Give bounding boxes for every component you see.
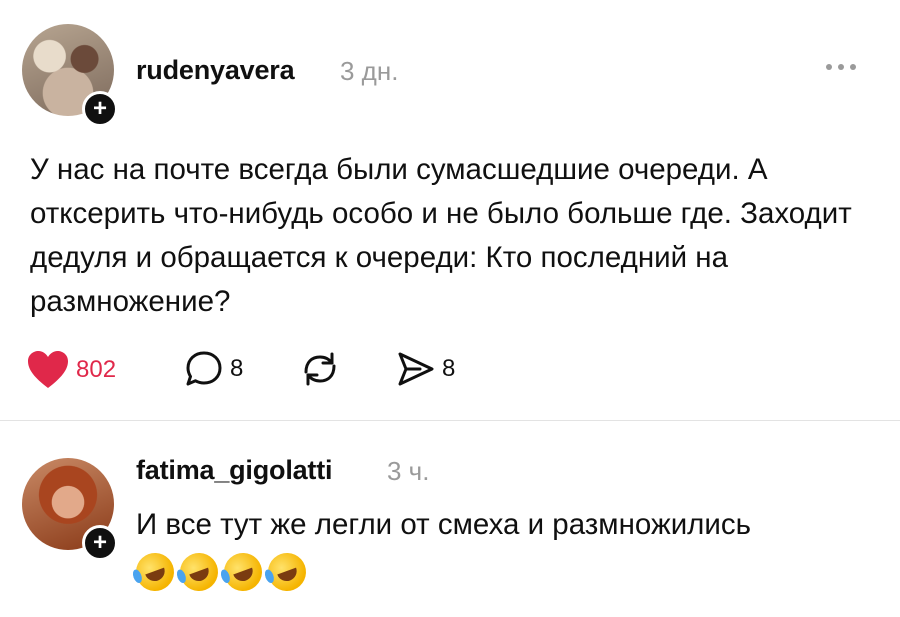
heart-icon (28, 351, 68, 388)
follow-plus-icon[interactable]: + (82, 525, 118, 561)
comment-count: 8 (230, 355, 244, 382)
post-text: У нас на почте всегда были сумасшедшие о… (30, 153, 852, 318)
divider (0, 420, 900, 421)
like-button[interactable]: 802 (26, 350, 116, 390)
rolling-on-floor-laughing-emoji-icon (174, 547, 224, 597)
rolling-on-floor-laughing-emoji-icon (218, 547, 268, 597)
more-options-icon[interactable] (826, 64, 856, 70)
post-username[interactable]: rudenyavera (136, 55, 295, 86)
repost-icon (304, 352, 336, 386)
reply-timestamp: 3 ч. (387, 456, 430, 486)
reply-text: И все тут же легли от смеха и размножили… (136, 508, 751, 541)
post-timestamp: 3 дн. (340, 56, 399, 86)
follow-plus-icon[interactable]: + (82, 91, 118, 127)
share-count: 8 (442, 355, 456, 382)
emoji-row (130, 547, 312, 597)
comment-button[interactable]: 8 (184, 350, 243, 388)
rolling-on-floor-laughing-emoji-icon (262, 547, 312, 597)
share-button[interactable]: 8 (396, 350, 455, 388)
rolling-on-floor-laughing-emoji-icon (130, 547, 180, 597)
comment-bubble-icon (186, 351, 222, 386)
send-icon (398, 352, 434, 386)
like-count: 802 (76, 356, 117, 383)
reply-username[interactable]: fatima_gigolatti (136, 455, 333, 486)
repost-button[interactable] (298, 350, 342, 388)
